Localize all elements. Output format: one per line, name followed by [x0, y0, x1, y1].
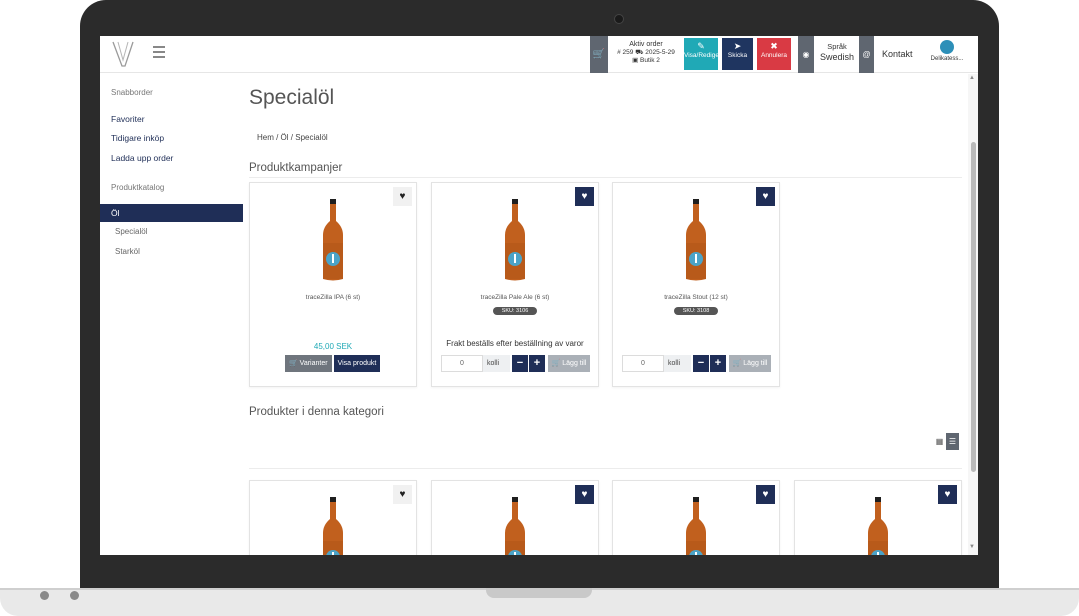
active-order[interactable]: Aktiv order # 259 ⛟ 2025-5-29 ▣ Butik 2 [610, 36, 682, 73]
catalog-heading: Produktkatalog [111, 183, 165, 192]
heart-icon[interactable]: ♥ [575, 485, 594, 504]
send-button[interactable]: ➤ Skicka [722, 38, 753, 70]
product-card[interactable]: ♥ [612, 480, 780, 555]
truck-icon: ⛟ [635, 49, 644, 56]
page-title: Specialöl [249, 86, 335, 109]
menu-icon[interactable] [153, 46, 165, 60]
product-card[interactable]: ♥ traceZilla IPA (6 st) 45,00 SEK 🛒 Vari… [249, 182, 417, 387]
sidebar-item-specialol[interactable]: Specialöl [100, 227, 147, 236]
decrease-button[interactable]: − [512, 355, 528, 372]
brand-logo[interactable] [111, 40, 135, 68]
category-title: Produkter i denna kategori [249, 406, 384, 418]
divider [249, 468, 962, 469]
order-number: # 259 [617, 49, 634, 56]
product-card[interactable]: ♥ [249, 480, 417, 555]
product-image [323, 199, 343, 281]
product-image [868, 497, 888, 555]
order-store: Butik 2 [640, 57, 660, 64]
heart-icon[interactable]: ♥ [756, 485, 775, 504]
variants-button[interactable]: 🛒 Varianter [285, 355, 332, 372]
product-card[interactable]: ♥ traceZilla Stout (12 st) SKU: 3108 0 k… [612, 182, 780, 387]
scrollbar-thumb[interactable] [971, 142, 976, 472]
view-toggle: ▦ ☰ [933, 433, 959, 450]
product-image [505, 497, 525, 555]
add-label: Lägg till [743, 360, 768, 367]
laptop-notch [486, 588, 592, 598]
add-label: Lägg till [562, 360, 587, 367]
product-name[interactable]: traceZilla Pale Ale (6 st) [432, 294, 598, 301]
avatar [940, 40, 954, 54]
view-edit-label: Visa/Redigera [684, 52, 725, 59]
variants-label: Varianter [299, 360, 328, 367]
breadcrumb[interactable]: Hem / Öl / Specialöl [257, 133, 328, 142]
screen: 🛒 Aktiv order # 259 ⛟ 2025-5-29 ▣ Butik … [100, 36, 978, 555]
sidebar: Snabborder Favoriter Tidigare inköp Ladd… [100, 74, 243, 555]
view-edit-button[interactable]: ✎ Visa/Redigera [684, 38, 725, 70]
product-image [505, 199, 525, 281]
base-dot [70, 591, 79, 600]
active-order-title: Aktiv order [629, 41, 663, 48]
globe-icon[interactable]: ◉ [798, 36, 814, 73]
scroll-up-icon[interactable]: ▲ [969, 75, 975, 81]
store-icon: ▣ [632, 57, 639, 64]
contact-link[interactable]: Kontakt [878, 36, 918, 73]
quantity-input[interactable]: 0 [441, 355, 483, 372]
list-view-icon[interactable]: ☰ [946, 433, 959, 450]
send-icon: ➤ [733, 41, 742, 51]
sidebar-item-starkol[interactable]: Starköl [100, 247, 140, 256]
cancel-label: Annulera [760, 52, 788, 59]
product-image [323, 497, 343, 555]
add-to-cart-button[interactable]: 🛒 Lägg till [548, 355, 590, 372]
quantity-input[interactable]: 0 [622, 355, 664, 372]
sidebar-item-ol[interactable]: Öl [100, 204, 243, 222]
freight-notice: Frakt beställs efter beställning av varo… [446, 339, 584, 348]
top-bar: 🛒 Aktiv order # 259 ⛟ 2025-5-29 ▣ Butik … [100, 36, 978, 73]
product-image [686, 199, 706, 281]
user-menu[interactable]: Delikatess... [922, 36, 972, 73]
heart-icon[interactable]: ♥ [393, 187, 412, 206]
increase-button[interactable]: + [710, 355, 726, 372]
heart-icon[interactable]: ♥ [938, 485, 957, 504]
base-dot [40, 591, 49, 600]
product-card[interactable]: ♥ traceZilla Pale Ale (6 st) SKU: 3106 F… [431, 182, 599, 387]
sidebar-item-favorites[interactable]: Favoriter [100, 114, 145, 124]
sidebar-item-previous-purchases[interactable]: Tidigare inköp [100, 133, 164, 143]
product-card[interactable]: ♥ [794, 480, 962, 555]
decrease-button[interactable]: − [693, 355, 709, 372]
user-name: Delikatess... [930, 56, 964, 62]
cancel-button[interactable]: ✖ Annulera [757, 38, 791, 70]
cart-icon[interactable]: 🛒 [590, 36, 608, 73]
view-product-button[interactable]: Visa produkt [333, 355, 381, 372]
language-selector[interactable]: Språk Swedish [816, 36, 858, 73]
cancel-icon: ✖ [770, 41, 778, 51]
sku-badge: SKU: 3106 [493, 307, 537, 315]
language-label: Språk [827, 42, 847, 51]
product-card[interactable]: ♥ [431, 480, 599, 555]
grid-view-icon[interactable]: ▦ [933, 433, 946, 450]
send-label: Skicka [727, 52, 748, 59]
product-name[interactable]: traceZilla IPA (6 st) [250, 294, 416, 301]
scroll-down-icon[interactable]: ▼ [969, 544, 975, 550]
at-icon[interactable]: @ [859, 36, 874, 73]
product-name[interactable]: traceZilla Stout (12 st) [613, 294, 779, 301]
product-image [686, 497, 706, 555]
campaigns-title: Produktkampanjer [249, 162, 343, 174]
scrollbar[interactable]: ▲ ▼ [968, 74, 978, 555]
product-price: 45,00 SEK [313, 342, 353, 351]
heart-icon[interactable]: ♥ [393, 485, 412, 504]
add-to-cart-button[interactable]: 🛒 Lägg till [729, 355, 771, 372]
heart-icon[interactable]: ♥ [575, 187, 594, 206]
quick-order-heading: Snabborder [111, 88, 153, 97]
increase-button[interactable]: + [529, 355, 545, 372]
edit-icon: ✎ [697, 41, 705, 51]
camera [614, 14, 624, 24]
sku-badge: SKU: 3108 [674, 307, 718, 315]
order-date: 2025-5-29 [645, 49, 675, 56]
divider [249, 177, 962, 178]
unit-label: kolli [483, 355, 510, 372]
sidebar-item-upload-order[interactable]: Ladda upp order [100, 153, 173, 163]
language-value: Swedish [819, 52, 855, 62]
unit-label: kolli [664, 355, 691, 372]
heart-icon[interactable]: ♥ [756, 187, 775, 206]
